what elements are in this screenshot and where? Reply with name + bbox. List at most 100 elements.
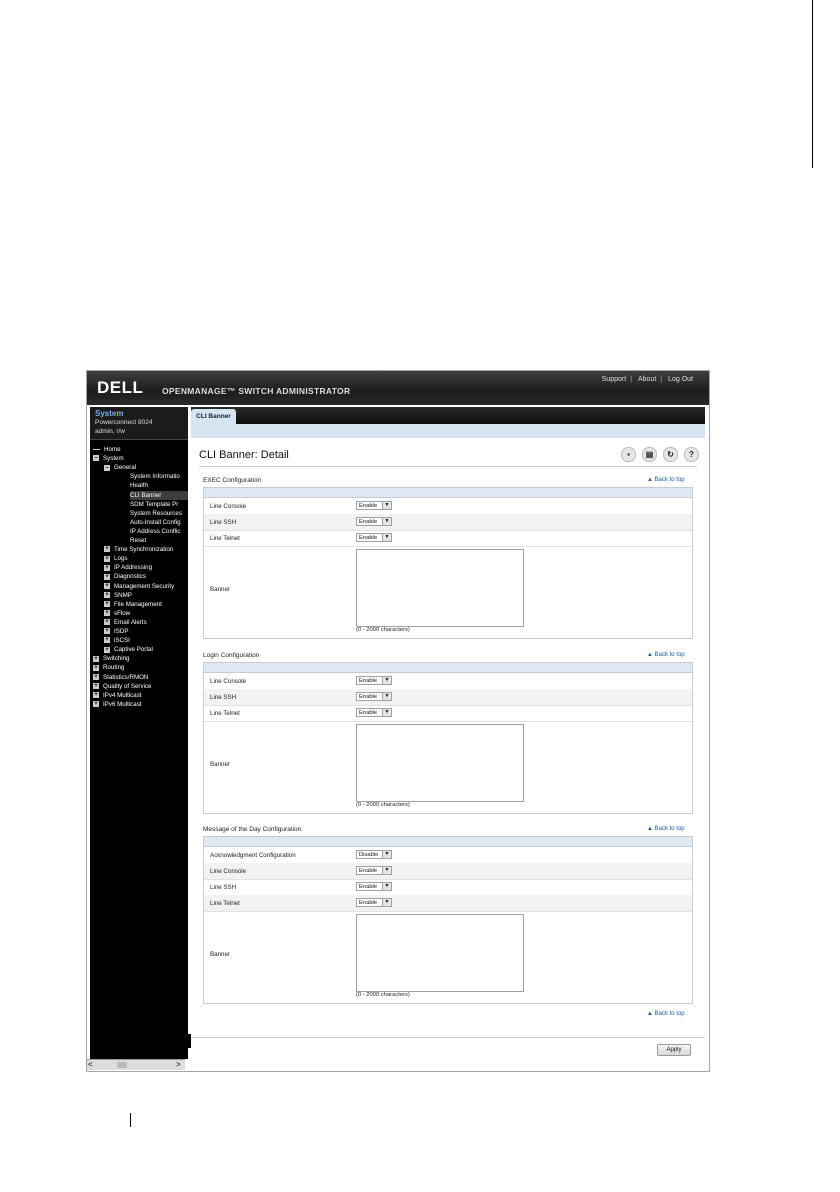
nav-item[interactable]: + IP Addressing <box>104 563 188 572</box>
nav-item[interactable]: + Switching <box>93 654 188 663</box>
save-icon[interactable]: ▪ <box>621 447 636 462</box>
nav-item[interactable]: Reset <box>130 536 188 545</box>
apply-button[interactable]: Apply <box>657 1044 691 1056</box>
expand-icon[interactable]: + <box>93 692 99 699</box>
dropdown-arrow-icon[interactable]: ▼ <box>382 693 391 700</box>
refresh-icon[interactable]: ↻ <box>663 447 678 462</box>
nav-item[interactable]: System Resources <box>130 509 188 518</box>
nav-item[interactable]: – General <box>104 463 188 472</box>
select-value: Enable <box>359 678 378 684</box>
config-row: Line SSH Enable ▼ <box>204 514 692 531</box>
enable-select[interactable]: Enable ▼ <box>356 898 392 907</box>
collapse-icon[interactable]: – <box>93 455 99 462</box>
expand-icon[interactable]: + <box>104 601 110 608</box>
nav-item[interactable]: Auto-Install Config <box>130 518 188 527</box>
nav-item[interactable]: + iSCSI <box>104 636 188 645</box>
expand-icon[interactable]: + <box>104 619 110 626</box>
expand-icon[interactable]: + <box>93 673 99 680</box>
nav-item[interactable]: + Captive Portal <box>104 645 188 654</box>
logout-link[interactable]: Log Out <box>668 376 693 383</box>
expand-icon[interactable]: + <box>93 701 99 708</box>
dropdown-arrow-icon[interactable]: ▼ <box>382 851 391 858</box>
nav-item[interactable]: + Time Synchronization <box>104 545 188 554</box>
system-title: System <box>95 409 124 418</box>
nav-item[interactable]: IP Address Conflic <box>130 527 188 536</box>
tab-cli-banner[interactable]: CLI Banner <box>191 409 236 424</box>
banner-textarea[interactable] <box>356 724 524 802</box>
dropdown-arrow-icon[interactable]: ▼ <box>382 534 391 541</box>
section-header-bar <box>204 663 692 673</box>
nav-item[interactable]: – System <box>93 454 188 463</box>
expand-icon[interactable]: + <box>104 555 110 562</box>
dropdown-arrow-icon[interactable]: ▼ <box>382 883 391 890</box>
about-link[interactable]: About <box>638 376 656 383</box>
enable-select[interactable]: Enable ▼ <box>356 708 392 717</box>
nav-item[interactable]: + sFlow <box>104 609 188 618</box>
nav-item[interactable]: + IPv6 Multicast <box>93 700 188 709</box>
expand-icon[interactable]: + <box>104 591 110 598</box>
nav-item[interactable]: SDM Template Pr <box>130 500 188 509</box>
nav-item[interactable]: Home <box>93 445 188 454</box>
scroll-left-arrow-icon[interactable]: < <box>88 1060 96 1070</box>
nav-horizontal-scrollbar[interactable]: < > <box>87 1059 185 1070</box>
nav-item[interactable]: + Email Alerts <box>104 618 188 627</box>
back-to-top-link[interactable]: ▲ Back to top <box>647 826 685 832</box>
help-icon[interactable]: ? <box>684 447 699 462</box>
expand-icon[interactable]: + <box>104 646 110 653</box>
nav-item[interactable]: System Informatio <box>130 472 188 481</box>
support-link[interactable]: Support <box>602 376 627 383</box>
enable-select[interactable]: Enable ▼ <box>356 533 392 542</box>
expand-icon[interactable]: + <box>93 682 99 689</box>
nav-item[interactable]: + Management Security <box>104 582 188 591</box>
nav-item-label: System <box>103 455 124 463</box>
back-to-top-link[interactable]: ▲ Back to top <box>647 477 685 483</box>
back-to-top-link[interactable]: ▲ Back to top <box>647 1011 685 1017</box>
banner-char-limit: (0 - 2000 characters) <box>356 627 410 633</box>
scroll-right-arrow-icon[interactable]: > <box>176 1060 184 1070</box>
nav-item[interactable]: + SNMP <box>104 591 188 600</box>
nav-item[interactable]: Health <box>130 481 188 490</box>
dropdown-arrow-icon[interactable]: ▼ <box>382 502 391 509</box>
back-to-top-link[interactable]: ▲ Back to top <box>647 652 685 658</box>
nav-item-label: sFlow <box>114 609 131 617</box>
enable-select[interactable]: Enable ▼ <box>356 501 392 510</box>
expand-icon[interactable]: + <box>104 610 110 617</box>
expand-icon[interactable]: + <box>104 573 110 580</box>
enable-select[interactable]: Enable ▼ <box>356 517 392 526</box>
enable-select[interactable]: Enable ▼ <box>356 866 392 875</box>
dropdown-arrow-icon[interactable]: ▼ <box>382 899 391 906</box>
nav-item[interactable]: + Statistics/RMON <box>93 673 188 682</box>
nav-item[interactable]: + Logs <box>104 554 188 563</box>
nav-item[interactable]: + ISDP <box>104 627 188 636</box>
enable-select[interactable]: Enable ▼ <box>356 882 392 891</box>
nav-item[interactable]: + Diagnostics <box>104 572 188 581</box>
enable-select[interactable]: Enable ▼ <box>356 676 392 685</box>
nav-item[interactable]: + Quality of Service <box>93 682 188 691</box>
nav-item-label: IP Addressing <box>114 564 153 572</box>
banner-textarea[interactable] <box>356 549 524 627</box>
dropdown-arrow-icon[interactable]: ▼ <box>382 518 391 525</box>
nav-item-label: Management Security <box>114 582 175 590</box>
banner-textarea[interactable] <box>356 914 524 992</box>
expand-icon[interactable]: + <box>93 655 99 662</box>
scroll-thumb[interactable] <box>117 1062 127 1068</box>
expand-icon[interactable]: + <box>104 637 110 644</box>
print-icon[interactable]: ▤ <box>642 447 657 462</box>
banner-char-limit: (0 - 2000 characters) <box>356 802 410 808</box>
dropdown-arrow-icon[interactable]: ▼ <box>382 867 391 874</box>
enable-select[interactable]: Enable ▼ <box>356 692 392 701</box>
expand-icon[interactable]: + <box>104 582 110 589</box>
nav-item[interactable]: + File Management <box>104 600 188 609</box>
expand-icon[interactable]: + <box>104 628 110 635</box>
select-value: Enable <box>359 694 378 700</box>
expand-icon[interactable]: + <box>104 564 110 571</box>
expand-icon[interactable]: + <box>93 664 99 671</box>
dropdown-arrow-icon[interactable]: ▼ <box>382 709 391 716</box>
nav-item[interactable]: + IPv4 Multicast <box>93 691 188 700</box>
collapse-icon[interactable]: – <box>104 464 110 471</box>
nav-item[interactable]: CLI Banner <box>130 490 188 500</box>
dropdown-arrow-icon[interactable]: ▼ <box>382 677 391 684</box>
enable-select[interactable]: Disable ▼ <box>356 850 392 859</box>
nav-item[interactable]: + Routing <box>93 663 188 672</box>
expand-icon[interactable]: + <box>104 546 110 553</box>
